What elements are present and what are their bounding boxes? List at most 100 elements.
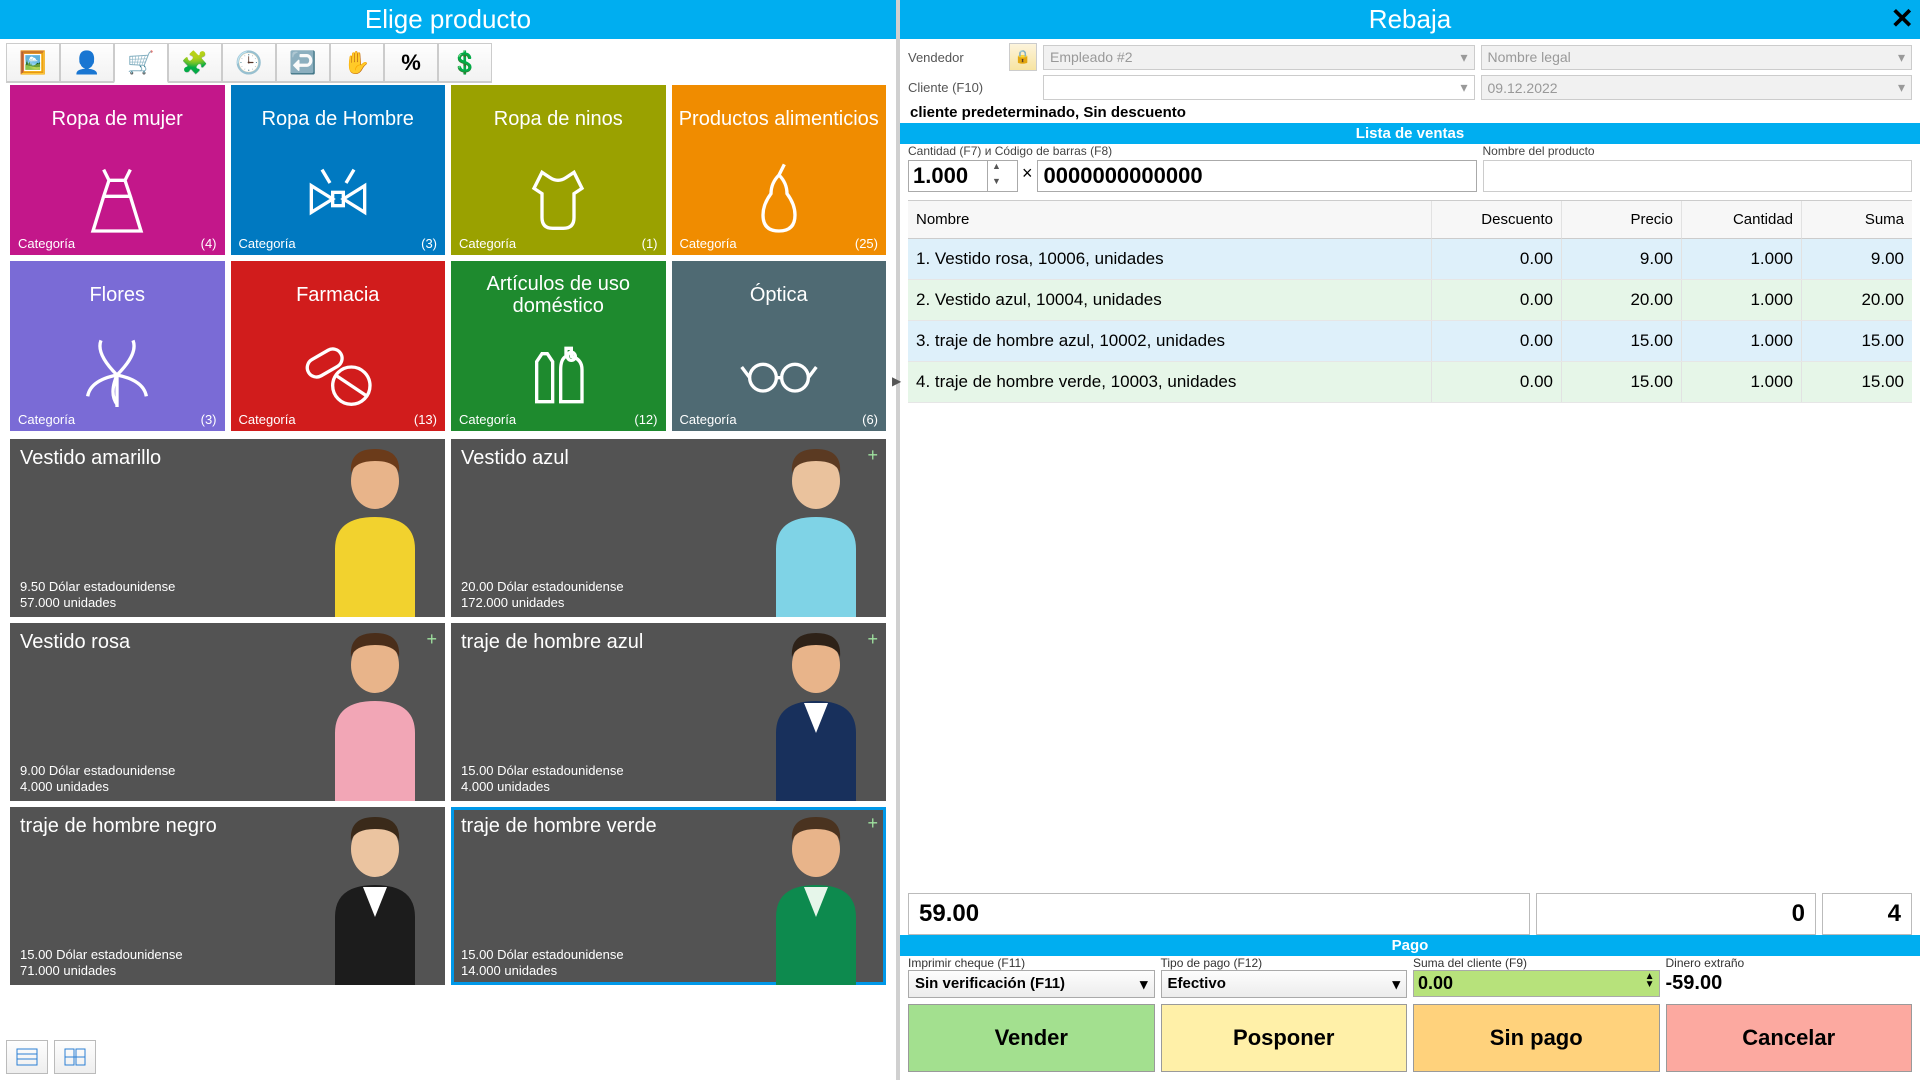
cell-price: 20.00 [1562,280,1682,320]
plus-icon[interactable]: + [867,813,878,834]
product-tile[interactable]: traje de hombre negro 15.00 Dólar estado… [10,807,445,985]
product-meta: 15.00 Dólar estadounidense71.000 unidade… [20,947,183,980]
category-tile[interactable]: Ropa de Hombre Categoría(3) [231,85,446,255]
tool-cart-icon[interactable]: 🛒 [114,43,168,83]
product-image [726,807,886,985]
plus-icon[interactable]: + [867,629,878,650]
postpone-button[interactable]: Posponer [1161,1004,1408,1072]
category-tile[interactable]: Artículos de uso doméstico Categoría (12) [451,261,666,431]
print-cheque-select[interactable]: Sin verificación (F11)▾ [908,970,1155,998]
tool-undo-icon[interactable]: ↩️ [276,43,330,83]
plus-icon[interactable]: + [867,445,878,466]
date-select[interactable]: 09.12.2022▾ [1481,75,1913,100]
close-icon[interactable]: ✕ [1891,2,1914,35]
tool-hand-icon[interactable]: ✋ [330,43,384,83]
category-count: (13) [414,412,437,427]
view-grid-single-icon[interactable] [6,1040,48,1074]
col-price[interactable]: Precio [1562,201,1682,239]
cell-qty: 1.000 [1682,280,1802,320]
category-tile[interactable]: Productos alimenticios Categoría(25) [672,85,887,255]
plus-icon[interactable]: + [426,629,437,650]
product-tile[interactable]: traje de hombre verde + 15.00 Dólar esta… [451,807,886,985]
category-tile[interactable]: Farmacia Categoría(13) [231,261,446,431]
tool-clock-icon[interactable]: 🕒 [222,43,276,83]
product-meta: 15.00 Dólar estadounidense4.000 unidades [461,763,624,796]
category-footer: Categoría [459,236,516,251]
col-sum[interactable]: Suma [1802,201,1912,239]
product-tile[interactable]: traje de hombre azul + 15.00 Dólar estad… [451,623,886,801]
tool-percent-icon[interactable]: % [384,43,438,83]
product-name-input[interactable] [1483,160,1912,192]
col-qty[interactable]: Cantidad [1682,201,1802,239]
table-row[interactable]: 3. traje de hombre azul, 10002, unidades… [908,321,1912,362]
cell-price: 15.00 [1562,321,1682,361]
change-label: Dinero extraño [1666,956,1913,970]
category-footer: Categoría [459,412,516,427]
category-tile[interactable]: Óptica Categoría(6) [672,261,887,431]
cell-qty: 1.000 [1682,362,1802,402]
tool-user-icon[interactable]: 👤 [60,43,114,83]
cell-sum: 15.00 [1802,362,1912,402]
client-sum-input[interactable]: 0.00▲▼ [1413,970,1660,997]
cell-qty: 1.000 [1682,239,1802,279]
category-count: (4) [201,236,217,251]
quantity-input[interactable] [909,161,987,191]
category-tile[interactable]: Flores Categoría(3) [10,261,225,431]
product-name-label: Nombre del producto [1483,144,1912,158]
payment-type-select[interactable]: Efectivo▾ [1161,970,1408,998]
category-title: Artículos de uso doméstico [451,271,666,319]
cell-name: 1. Vestido rosa, 10006, unidades [908,239,1432,279]
client-sum-label: Suma del cliente (F9) [1413,956,1660,970]
nopay-button[interactable]: Sin pago [1413,1004,1660,1072]
product-image [285,807,445,985]
qty-up-icon[interactable]: ▲ [988,161,1005,176]
cancel-button[interactable]: Cancelar [1666,1004,1913,1072]
product-tile[interactable]: Vestido rosa + 9.00 Dólar estadounidense… [10,623,445,801]
category-footer: Categoría [239,412,296,427]
view-grid-multi-icon[interactable] [54,1040,96,1074]
multiply-icon: × [1018,163,1037,190]
product-title: traje de hombre verde [461,815,657,838]
client-label: Cliente (F10) [908,80,1003,95]
lock-icon[interactable]: 🔒 [1009,43,1037,71]
table-row[interactable]: 1. Vestido rosa, 10006, unidades 0.00 9.… [908,239,1912,280]
vendor-select[interactable]: Empleado #2▾ [1043,45,1475,70]
category-count: (12) [634,412,657,427]
product-image [726,623,886,801]
category-title: Óptica [750,271,808,319]
category-count: (6) [862,412,878,427]
client-status: cliente predeterminado, Sin descuento [900,100,1920,123]
category-tile[interactable]: Ropa de ninos Categoría(1) [451,85,666,255]
product-title: traje de hombre negro [20,815,217,838]
quantity-stepper[interactable]: ▲▼ [908,160,1018,192]
product-tile[interactable]: Vestido amarillo 9.50 Dólar estadouniden… [10,439,445,617]
product-toolbar: 🖼️ 👤 🛒 🧩 🕒 ↩️ ✋ % 💲 [0,39,896,85]
legal-name-select[interactable]: Nombre legal▾ [1481,45,1913,70]
table-row[interactable]: ▶4. traje de hombre verde, 10003, unidad… [908,362,1912,403]
tool-puzzle-icon[interactable]: 🧩 [168,43,222,83]
left-panel-title: Elige producto [0,0,896,39]
product-meta: 9.00 Dólar estadounidense4.000 unidades [20,763,175,796]
product-tile[interactable]: Vestido azul + 20.00 Dólar estadounidens… [451,439,886,617]
product-meta: 15.00 Dólar estadounidense14.000 unidade… [461,947,624,980]
category-title: Ropa de mujer [52,95,183,143]
col-discount[interactable]: Descuento [1432,201,1562,239]
barcode-input[interactable] [1037,160,1477,192]
product-meta: 20.00 Dólar estadounidense172.000 unidad… [461,579,624,612]
sell-button[interactable]: Vender [908,1004,1155,1072]
tool-image-icon[interactable]: 🖼️ [6,43,60,83]
cell-discount: 0.00 [1432,280,1562,320]
col-name[interactable]: Nombre [908,201,1432,239]
cell-discount: 0.00 [1432,362,1562,402]
client-select[interactable]: ▾ [1043,75,1475,100]
category-title: Flores [89,271,145,319]
qty-down-icon[interactable]: ▼ [988,176,1005,191]
cell-name: 2. Vestido azul, 10004, unidades [908,280,1432,320]
cell-discount: 0.00 [1432,321,1562,361]
change-value: -59.00 [1666,970,1913,995]
table-row[interactable]: 2. Vestido azul, 10004, unidades 0.00 20… [908,280,1912,321]
tool-money-icon[interactable]: 💲 [438,43,492,83]
product-title: Vestido amarillo [20,447,161,470]
cell-name: 4. traje de hombre verde, 10003, unidade… [908,362,1432,402]
category-tile[interactable]: Ropa de mujer Categoría(4) [10,85,225,255]
